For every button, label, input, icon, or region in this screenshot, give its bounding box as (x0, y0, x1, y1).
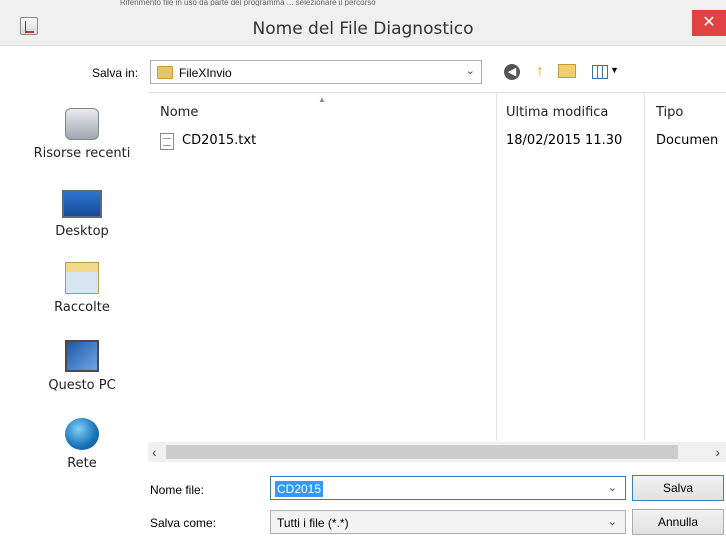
filename-value[interactable]: CD2015 (275, 481, 324, 497)
place-recent[interactable]: Risorse recenti (28, 108, 136, 161)
place-libraries[interactable]: Raccolte (28, 262, 136, 315)
file-type: Documen (656, 133, 719, 148)
chevron-down-icon[interactable]: ⌄ (466, 64, 475, 77)
file-row[interactable]: CD2015.txt 18/02/2015 11.30 Documen (148, 129, 726, 151)
folder-icon (157, 66, 173, 79)
view-menu-icon[interactable]: ▼ (592, 62, 620, 82)
save-in-combo[interactable]: FileXInvio ⌄ (150, 60, 482, 84)
sort-ascending-icon: ▲ (318, 95, 326, 104)
cancel-button[interactable]: Annulla (632, 509, 724, 535)
dropdown-arrow-icon: ▼ (610, 65, 619, 75)
save-in-value: FileXInvio (179, 66, 232, 80)
save-button[interactable]: Salva (632, 475, 724, 501)
place-label: Desktop (55, 224, 109, 239)
place-label: Raccolte (54, 300, 110, 315)
column-header-name[interactable]: Nome (160, 93, 198, 127)
column-header-type[interactable]: Tipo (656, 93, 683, 127)
text-file-icon (160, 133, 174, 150)
this-pc-icon (65, 340, 99, 372)
scroll-left-icon[interactable]: ‹ (152, 444, 157, 460)
file-modified: 18/02/2015 11.30 (506, 133, 623, 148)
filetype-value: Tutti i file (*.*) (277, 516, 349, 530)
place-label: Rete (67, 456, 97, 471)
filetype-select[interactable]: Tutti i file (*.*) ⌄ (270, 510, 626, 534)
places-bar: Risorse recenti Desktop Raccolte Questo … (28, 92, 136, 480)
background-window-text: Riferimento file in uso da parte del pro… (120, 0, 376, 6)
filename-label: Nome file: (150, 483, 205, 497)
recent-places-icon (65, 108, 99, 140)
libraries-icon (65, 262, 99, 294)
new-folder-icon[interactable] (558, 64, 576, 78)
file-list[interactable]: ▲ Nome Ultima modifica Tipo CD2015.txt 1… (148, 92, 726, 462)
filename-input[interactable]: CD2015 ⌄ (270, 476, 626, 500)
grid-icon (592, 65, 608, 79)
scroll-thumb[interactable] (166, 445, 678, 459)
place-this-pc[interactable]: Questo PC (28, 340, 136, 393)
up-folder-icon[interactable]: ↑ (530, 62, 550, 82)
scroll-right-icon[interactable]: › (715, 444, 720, 460)
save-in-label: Salva in: (92, 66, 139, 80)
column-header-modified[interactable]: Ultima modifica (506, 93, 608, 127)
place-label: Questo PC (48, 378, 116, 393)
desktop-icon (62, 190, 102, 218)
title-bar: Riferimento file in uso da parte del pro… (0, 0, 726, 46)
place-network[interactable]: Rete (28, 418, 136, 471)
window-title: Nome del File Diagnostico (252, 19, 474, 39)
chevron-down-icon[interactable]: ⌄ (608, 481, 617, 494)
close-button[interactable]: ✕ (692, 10, 726, 36)
place-desktop[interactable]: Desktop (28, 190, 136, 239)
horizontal-scrollbar[interactable]: ‹ › (148, 442, 726, 462)
chevron-down-icon[interactable]: ⌄ (608, 515, 617, 528)
network-icon (65, 418, 99, 450)
back-icon[interactable]: ◀ (504, 64, 520, 80)
place-label: Risorse recenti (33, 146, 131, 161)
filetype-label: Salva come: (150, 516, 217, 530)
file-name: CD2015.txt (182, 133, 257, 148)
